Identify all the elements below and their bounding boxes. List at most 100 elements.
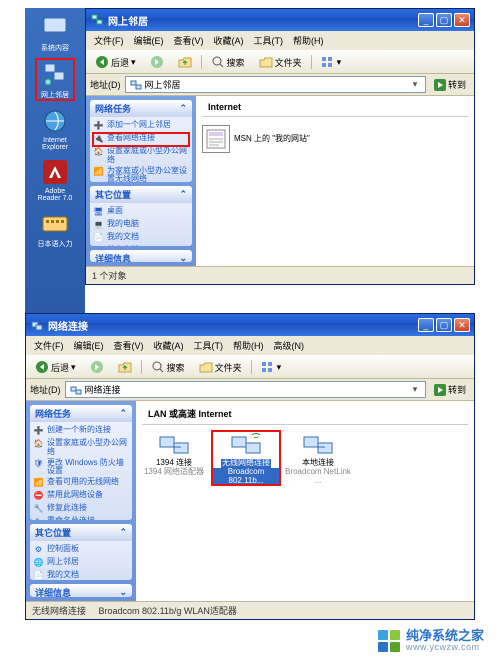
menu-file[interactable]: 文件(F) xyxy=(90,33,128,48)
task-rename[interactable]: ✎重命名此连接 xyxy=(33,516,129,520)
menu-help[interactable]: 帮助(H) xyxy=(229,338,268,353)
computer-icon: 💻 xyxy=(93,220,104,231)
desktop-strip: 系统内容 网上邻居 Internet Explorer Adobe Reader… xyxy=(25,8,85,313)
minimize-button[interactable]: _ xyxy=(418,13,434,27)
go-icon xyxy=(434,384,446,396)
documents-icon: 📄 xyxy=(33,571,44,580)
desktop-icon-ime[interactable]: 日本语入力 xyxy=(36,208,74,249)
desktop-icon-network-places[interactable]: 网上邻居 xyxy=(36,59,74,100)
task-view-wireless[interactable]: 📶查看可用的无线网络 xyxy=(33,477,129,490)
wireless-connection-icon xyxy=(230,431,262,459)
go-icon xyxy=(434,79,446,91)
back-icon xyxy=(35,360,49,374)
views-button[interactable]: ▾ xyxy=(256,358,287,376)
place-mydocs[interactable]: 📄我的文档 xyxy=(93,232,189,245)
search-label: 搜索 xyxy=(227,56,245,69)
menu-fav[interactable]: 收藏(A) xyxy=(150,338,188,353)
go-button[interactable]: 转到 xyxy=(430,382,470,397)
go-label: 转到 xyxy=(448,383,466,396)
collapse-icon[interactable]: ⌃ xyxy=(179,189,187,200)
connection-wireless[interactable]: 无线网络连接 Broadcom 802.11b... xyxy=(212,431,280,485)
expand-icon[interactable]: ⌄ xyxy=(179,253,187,262)
place-control-panel[interactable]: ⚙控制面板 xyxy=(33,544,129,557)
menu-file[interactable]: 文件(F) xyxy=(30,338,68,353)
collapse-icon[interactable]: ⌃ xyxy=(119,527,127,538)
up-button[interactable] xyxy=(173,53,197,71)
place-shared[interactable]: 📁共享文档 xyxy=(93,245,189,246)
place-network-places[interactable]: 🌐网上邻居 xyxy=(33,557,129,570)
maximize-button[interactable]: ▢ xyxy=(436,318,452,332)
collapse-icon[interactable]: ⌃ xyxy=(119,408,127,419)
task-setup-network[interactable]: 🏠设置家庭或小型办公网络 xyxy=(33,438,129,458)
forward-icon xyxy=(150,55,164,69)
content-pane: Internet MSN 上的 "我的网站" xyxy=(196,96,474,266)
menu-help[interactable]: 帮助(H) xyxy=(289,33,328,48)
search-button[interactable]: 搜索 xyxy=(146,358,190,376)
place-desktop[interactable]: 🖥桌面 xyxy=(93,206,189,219)
task-add-place[interactable]: ➕添加一个网上邻居 xyxy=(93,120,189,133)
group-header: LAN 或高速 Internet xyxy=(142,403,468,425)
folders-button[interactable]: 文件夹 xyxy=(254,53,307,71)
close-button[interactable]: ✕ xyxy=(454,318,470,332)
window-icon xyxy=(30,318,44,332)
menu-view[interactable]: 查看(V) xyxy=(110,338,148,353)
address-label: 地址(D) xyxy=(90,78,121,91)
window-icon xyxy=(90,13,104,27)
wireless-icon: 📶 xyxy=(33,478,44,489)
up-button[interactable] xyxy=(113,358,137,376)
folders-label: 文件夹 xyxy=(215,361,242,374)
menu-tools[interactable]: 工具(T) xyxy=(250,33,288,48)
folders-button[interactable]: 文件夹 xyxy=(194,358,247,376)
place-mycomputer[interactable]: 💻我的电脑 xyxy=(93,219,189,232)
task-setup-network[interactable]: 🏠设置家庭或小型办公网络 xyxy=(93,146,189,166)
new-connection-icon: ➕ xyxy=(33,426,44,437)
connection-local[interactable]: 本地连接 Broadcom NetLink ... xyxy=(284,431,352,485)
lan-connection-icon xyxy=(158,431,190,459)
add-place-icon: ➕ xyxy=(93,121,104,132)
task-setup-wireless[interactable]: 📶为家庭或小型办公室设置无线网络 xyxy=(93,166,189,183)
task-firewall[interactable]: 🛡更改 Windows 防火墙设置 xyxy=(33,458,129,478)
task-repair[interactable]: 🔧修复此连接 xyxy=(33,503,129,516)
minimize-button[interactable]: _ xyxy=(418,318,434,332)
menu-edit[interactable]: 编辑(E) xyxy=(70,338,108,353)
item-msn-site[interactable]: MSN 上的 "我的网站" xyxy=(202,125,310,153)
back-button[interactable]: 后退 ▾ xyxy=(30,358,81,376)
menu-fav[interactable]: 收藏(A) xyxy=(210,33,248,48)
panel-title: 详细信息 xyxy=(95,252,131,262)
search-button[interactable]: 搜索 xyxy=(206,53,250,71)
go-button[interactable]: 转到 xyxy=(430,77,470,92)
menu-tools[interactable]: 工具(T) xyxy=(190,338,228,353)
folders-icon xyxy=(259,55,273,69)
address-dropdown[interactable]: ▾ xyxy=(409,79,421,90)
maximize-button[interactable]: ▢ xyxy=(436,13,452,27)
forward-button[interactable] xyxy=(145,53,169,71)
views-icon xyxy=(321,55,335,69)
desktop-icon-adobe[interactable]: Adobe Reader 7.0 xyxy=(36,157,74,202)
menu-edit[interactable]: 编辑(E) xyxy=(130,33,168,48)
menu-advanced[interactable]: 高级(N) xyxy=(270,338,309,353)
back-label: 后退 xyxy=(111,56,129,69)
folders-label: 文件夹 xyxy=(275,56,302,69)
back-button[interactable]: 后退 ▾ xyxy=(90,53,141,71)
views-button[interactable]: ▾ xyxy=(316,53,347,71)
address-field[interactable]: 网上邻居 ▾ xyxy=(125,76,426,93)
home-net-icon: 🏠 xyxy=(33,439,44,450)
close-button[interactable]: ✕ xyxy=(454,13,470,27)
forward-button[interactable] xyxy=(85,358,109,376)
address-dropdown[interactable]: ▾ xyxy=(409,384,421,395)
menu-view[interactable]: 查看(V) xyxy=(170,33,208,48)
expand-icon[interactable]: ⌄ xyxy=(119,587,127,597)
collapse-icon[interactable]: ⌃ xyxy=(179,103,187,114)
desktop-icon-system[interactable]: 系统内容 xyxy=(36,12,74,53)
connection-1394[interactable]: 1394 连接 1394 网络适配器 xyxy=(140,431,208,485)
desktop-icon-ie[interactable]: Internet Explorer xyxy=(36,106,74,151)
task-new-connection[interactable]: ➕创建一个新的连接 xyxy=(33,425,129,438)
panel-title: 网络任务 xyxy=(35,407,71,420)
address-field[interactable]: 网络连接 ▾ xyxy=(65,381,426,398)
address-value: 网上邻居 xyxy=(145,78,181,91)
toolbar: 后退 ▾ 搜索 文件夹 ▾ xyxy=(86,50,474,74)
task-disable[interactable]: ⛔禁用此网络设备 xyxy=(33,490,129,503)
desktop-label: 日本语入力 xyxy=(38,239,73,249)
place-mydocs[interactable]: 📄我的文档 xyxy=(33,570,129,580)
task-view-connections[interactable]: 🔌查看网络连接 xyxy=(93,133,189,146)
